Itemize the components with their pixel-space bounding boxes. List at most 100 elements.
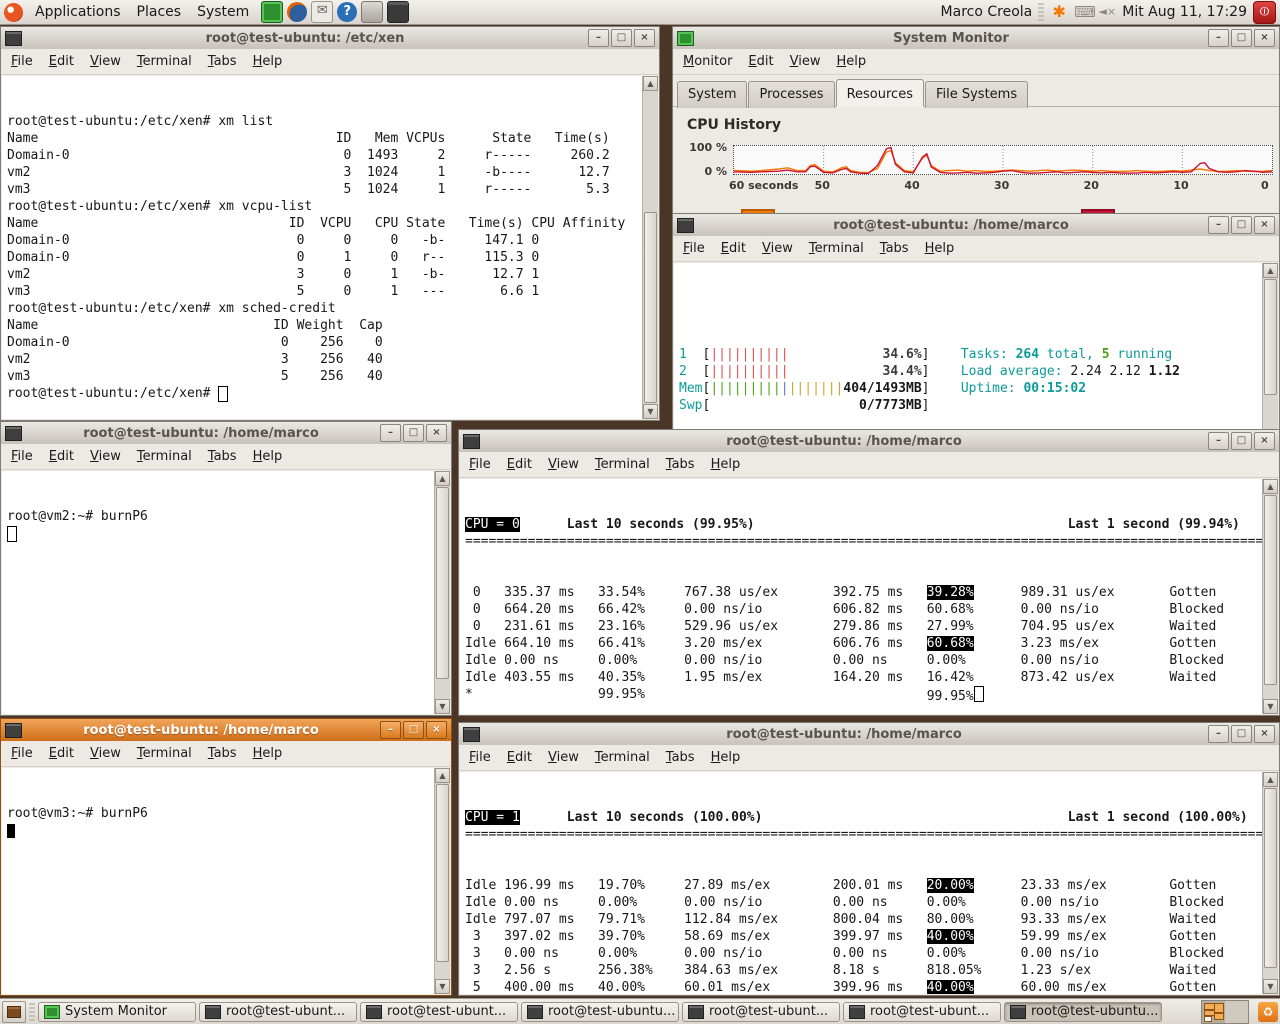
maximize-button[interactable]: □ <box>403 721 424 739</box>
scroll-up-icon[interactable]: ▲ <box>435 768 450 783</box>
menu-tabs[interactable]: Tabs <box>658 454 703 475</box>
workspace-switcher[interactable] <box>1201 1000 1249 1024</box>
menu-terminal[interactable]: Terminal <box>129 446 200 467</box>
close-button[interactable]: × <box>634 29 655 47</box>
menu-help[interactable]: Help <box>703 454 749 475</box>
firefox-launcher-icon[interactable] <box>287 2 307 22</box>
menu-edit[interactable]: Edit <box>499 747 540 768</box>
titlebar[interactable]: System Monitor –□× <box>673 27 1279 49</box>
taskbar-button[interactable]: root@test-ubunt... <box>199 1002 357 1022</box>
tab-processes[interactable]: Processes <box>748 81 834 108</box>
minimize-button[interactable]: – <box>380 424 401 442</box>
menu-system[interactable]: System <box>189 2 257 22</box>
menu-edit[interactable]: Edit <box>41 743 82 764</box>
scroll-thumb[interactable] <box>1264 788 1277 968</box>
tab-file-systems[interactable]: File Systems <box>925 81 1028 108</box>
maximize-button[interactable]: □ <box>1231 432 1252 450</box>
close-button[interactable]: × <box>426 721 447 739</box>
taskbar-button[interactable]: System Monitor <box>38 1002 196 1022</box>
maximize-button[interactable]: □ <box>403 424 424 442</box>
computer-launcher-icon[interactable] <box>361 1 383 23</box>
menu-file[interactable]: File <box>3 743 41 764</box>
maximize-button[interactable]: □ <box>1231 216 1252 234</box>
menu-view[interactable]: View <box>782 51 829 72</box>
menu-view[interactable]: View <box>82 51 129 72</box>
help-launcher-icon[interactable]: ? <box>337 2 357 22</box>
minimize-button[interactable]: – <box>1208 29 1229 47</box>
show-desktop-button[interactable] <box>2 1001 26 1023</box>
menu-edit[interactable]: Edit <box>713 238 754 259</box>
scrollbar[interactable]: ▲ ▼ <box>1262 772 1278 994</box>
scroll-up-icon[interactable]: ▲ <box>643 76 658 91</box>
menu-help[interactable]: Help <box>245 51 291 72</box>
close-button[interactable]: × <box>426 424 447 442</box>
minimize-button[interactable]: – <box>1208 725 1229 743</box>
scrollbar[interactable]: ▲ ▼ <box>434 768 450 994</box>
menu-terminal[interactable]: Terminal <box>587 454 658 475</box>
scroll-thumb[interactable] <box>1264 279 1277 395</box>
menu-view[interactable]: View <box>540 454 587 475</box>
system-monitor-launcher-icon[interactable] <box>261 1 283 23</box>
minimize-button[interactable]: – <box>380 721 401 739</box>
taskbar-button[interactable]: root@test-ubuntu... <box>521 1002 679 1022</box>
terminal-launcher-icon[interactable] <box>387 1 409 23</box>
titlebar[interactable]: root@test-ubuntu: /home/marco –□× <box>1 422 451 444</box>
workspace-2[interactable] <box>1225 1001 1248 1023</box>
minimize-button[interactable]: – <box>588 29 609 47</box>
update-notifier-icon[interactable]: ✱ <box>1050 2 1068 22</box>
menu-help[interactable]: Help <box>828 51 874 72</box>
menu-view[interactable]: View <box>82 446 129 467</box>
maximize-button[interactable]: □ <box>1231 29 1252 47</box>
close-button[interactable]: × <box>1254 216 1275 234</box>
keyboard-indicator-icon[interactable]: ⌨ <box>1074 2 1092 22</box>
menu-places[interactable]: Places <box>129 2 190 22</box>
menu-file[interactable]: File <box>3 51 41 72</box>
terminal-content[interactable]: root@vm2:~# burnP6 <box>2 471 435 714</box>
user-name[interactable]: Marco Creola <box>941 4 1033 20</box>
menu-edit[interactable]: Edit <box>740 51 781 72</box>
menu-view[interactable]: View <box>754 238 801 259</box>
titlebar[interactable]: root@test-ubuntu: /home/marco –□× <box>459 430 1279 452</box>
taskbar-button[interactable]: root@test-ubunt... <box>360 1002 518 1022</box>
scrollbar[interactable]: ▲ ▼ <box>1262 479 1278 714</box>
scroll-down-icon[interactable]: ▼ <box>1263 979 1278 994</box>
clock[interactable]: Mit Aug 11, 17:29 <box>1122 4 1247 20</box>
scrollbar[interactable]: ▲ ▼ <box>642 76 658 419</box>
menu-tabs[interactable]: Tabs <box>200 51 245 72</box>
menu-tabs[interactable]: Tabs <box>872 238 917 259</box>
volume-muted-icon[interactable]: ◄× <box>1098 2 1116 22</box>
terminal-content[interactable]: root@vm3:~# burnP6 <box>2 768 435 994</box>
scroll-up-icon[interactable]: ▲ <box>1263 479 1278 494</box>
ubuntu-menu-icon[interactable] <box>4 3 23 22</box>
scroll-up-icon[interactable]: ▲ <box>1263 263 1278 278</box>
tab-resources[interactable]: Resources <box>836 79 924 107</box>
tab-system[interactable]: System <box>677 81 747 108</box>
menu-help[interactable]: Help <box>917 238 963 259</box>
terminal-content[interactable]: root@test-ubuntu:/etc/xen# xm listName I… <box>2 76 643 419</box>
scroll-thumb[interactable] <box>1264 495 1277 685</box>
menu-file[interactable]: File <box>675 238 713 259</box>
menu-edit[interactable]: Edit <box>499 454 540 475</box>
menu-file[interactable]: File <box>461 454 499 475</box>
close-button[interactable]: × <box>1254 29 1275 47</box>
menu-monitor[interactable]: Monitor <box>675 51 740 72</box>
menu-applications[interactable]: Applications <box>27 2 129 22</box>
scroll-down-icon[interactable]: ▼ <box>435 699 450 714</box>
menu-help[interactable]: Help <box>245 446 291 467</box>
scroll-down-icon[interactable]: ▼ <box>643 404 658 419</box>
taskbar-button[interactable]: root@test-ubunt... <box>682 1002 840 1022</box>
menu-edit[interactable]: Edit <box>41 446 82 467</box>
mail-launcher-icon[interactable]: ✉ <box>311 1 333 23</box>
minimize-button[interactable]: – <box>1208 432 1229 450</box>
scroll-thumb[interactable] <box>644 212 657 403</box>
trash-icon[interactable]: ♻ <box>1258 1002 1278 1022</box>
scroll-down-icon[interactable]: ▼ <box>435 979 450 994</box>
titlebar[interactable]: root@test-ubuntu: /home/marco –□× <box>673 214 1279 236</box>
menu-view[interactable]: View <box>82 743 129 764</box>
close-button[interactable]: × <box>1254 725 1275 743</box>
menu-file[interactable]: File <box>461 747 499 768</box>
taskbar-button[interactable]: root@test-ubuntu... <box>1004 1002 1162 1022</box>
scroll-thumb[interactable] <box>436 487 449 679</box>
scroll-thumb[interactable] <box>436 784 449 962</box>
scrollbar[interactable]: ▲ ▼ <box>434 471 450 714</box>
